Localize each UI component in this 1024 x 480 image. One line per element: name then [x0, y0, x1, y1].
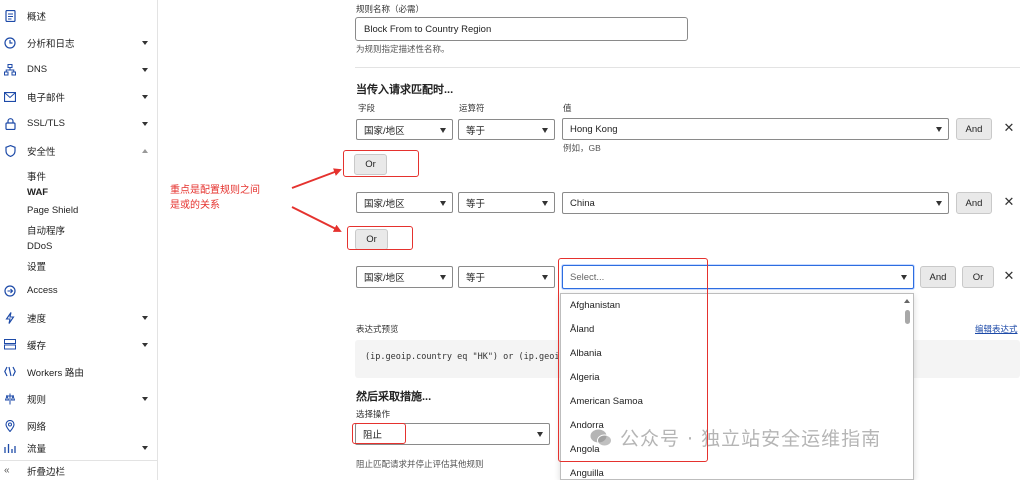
chevron-down-icon — [542, 200, 548, 206]
annotation-arrow-2 — [291, 206, 342, 232]
field-value: 国家/地区 — [364, 273, 405, 284]
when-heading: 当传入请求匹配时... — [356, 84, 454, 96]
operator-select-1[interactable]: 等于 — [458, 119, 555, 140]
rule-name-hint: 为规则指定描述性名称。 — [356, 44, 450, 54]
value-hint: 例如，GB — [563, 143, 601, 153]
field-select-1[interactable]: 国家/地区 — [356, 119, 453, 140]
chevron-down-icon — [936, 127, 942, 132]
dropdown-scrollbar[interactable] — [904, 296, 912, 479]
scrollbar-thumb[interactable] — [905, 310, 910, 324]
column-field-label: 字段 — [358, 103, 376, 113]
close-icon[interactable]: ✕ — [1003, 194, 1015, 210]
section-divider — [355, 67, 1020, 68]
chevron-down-icon — [440, 200, 446, 206]
country-value: China — [570, 197, 595, 209]
field-select-2[interactable]: 国家/地区 — [356, 192, 453, 213]
operator-value: 等于 — [466, 273, 486, 284]
scroll-up-icon[interactable] — [904, 299, 910, 303]
value-select-2[interactable]: China — [562, 192, 949, 214]
expression-preview-label: 表达式预览 — [356, 324, 399, 334]
chevron-down-icon — [537, 432, 543, 437]
close-icon[interactable]: ✕ — [1003, 268, 1015, 284]
rule-name-label: 规则名称（必需） — [356, 4, 425, 14]
close-icon[interactable]: ✕ — [1003, 120, 1015, 136]
or-button-3[interactable]: Or — [962, 266, 994, 288]
chevron-down-icon — [542, 127, 548, 133]
field-value: 国家/地区 — [364, 125, 405, 137]
highlight-box-or-1 — [343, 150, 419, 177]
operator-value: 等于 — [466, 125, 486, 137]
chevron-down-icon — [901, 275, 907, 280]
wechat-icon — [590, 429, 612, 447]
and-button-3[interactable]: And — [920, 266, 956, 288]
action-label: 选择操作 — [356, 409, 391, 419]
column-value-label: 值 — [563, 103, 572, 113]
operator-value: 等于 — [466, 198, 486, 210]
rule-name-input[interactable]: Block From to Country Region — [355, 17, 688, 41]
watermark-text: 公众号 · 独立站安全运维指南 — [620, 428, 882, 450]
chevron-down-icon — [542, 275, 548, 280]
highlight-box-or-2 — [347, 226, 413, 250]
country-option[interactable]: Anguilla — [570, 468, 604, 479]
rule-name-value: Block From to Country Region — [364, 23, 492, 35]
country-value: Hong Kong — [570, 123, 618, 135]
action-hint: 阻止匹配请求并停止评估其他规则 — [356, 459, 484, 469]
chevron-down-icon — [440, 275, 446, 280]
chevron-down-icon — [440, 127, 446, 133]
watermark: 公众号 · 独立站安全运维指南 — [590, 424, 881, 451]
edit-expression-link[interactable]: 编辑表达式 — [975, 323, 1018, 335]
field-select-3[interactable]: 国家/地区 — [356, 266, 453, 288]
column-operator-label: 运算符 — [459, 103, 485, 113]
operator-select-2[interactable]: 等于 — [458, 192, 555, 213]
and-button-1[interactable]: And — [956, 118, 992, 140]
then-heading: 然后采取措施... — [356, 391, 432, 403]
highlight-box-action — [352, 423, 406, 444]
page-root: 概述 分析和日志 DNS 电子邮件 SSL/TLS 安全性 事件 WAF Pag… — [0, 0, 1024, 480]
field-value: 国家/地区 — [364, 198, 405, 210]
operator-select-3[interactable]: 等于 — [458, 266, 555, 288]
value-select-1[interactable]: Hong Kong — [562, 118, 949, 140]
annotation-arrow-1 — [291, 168, 342, 189]
chevron-down-icon — [936, 201, 942, 206]
and-button-2[interactable]: And — [956, 192, 992, 214]
